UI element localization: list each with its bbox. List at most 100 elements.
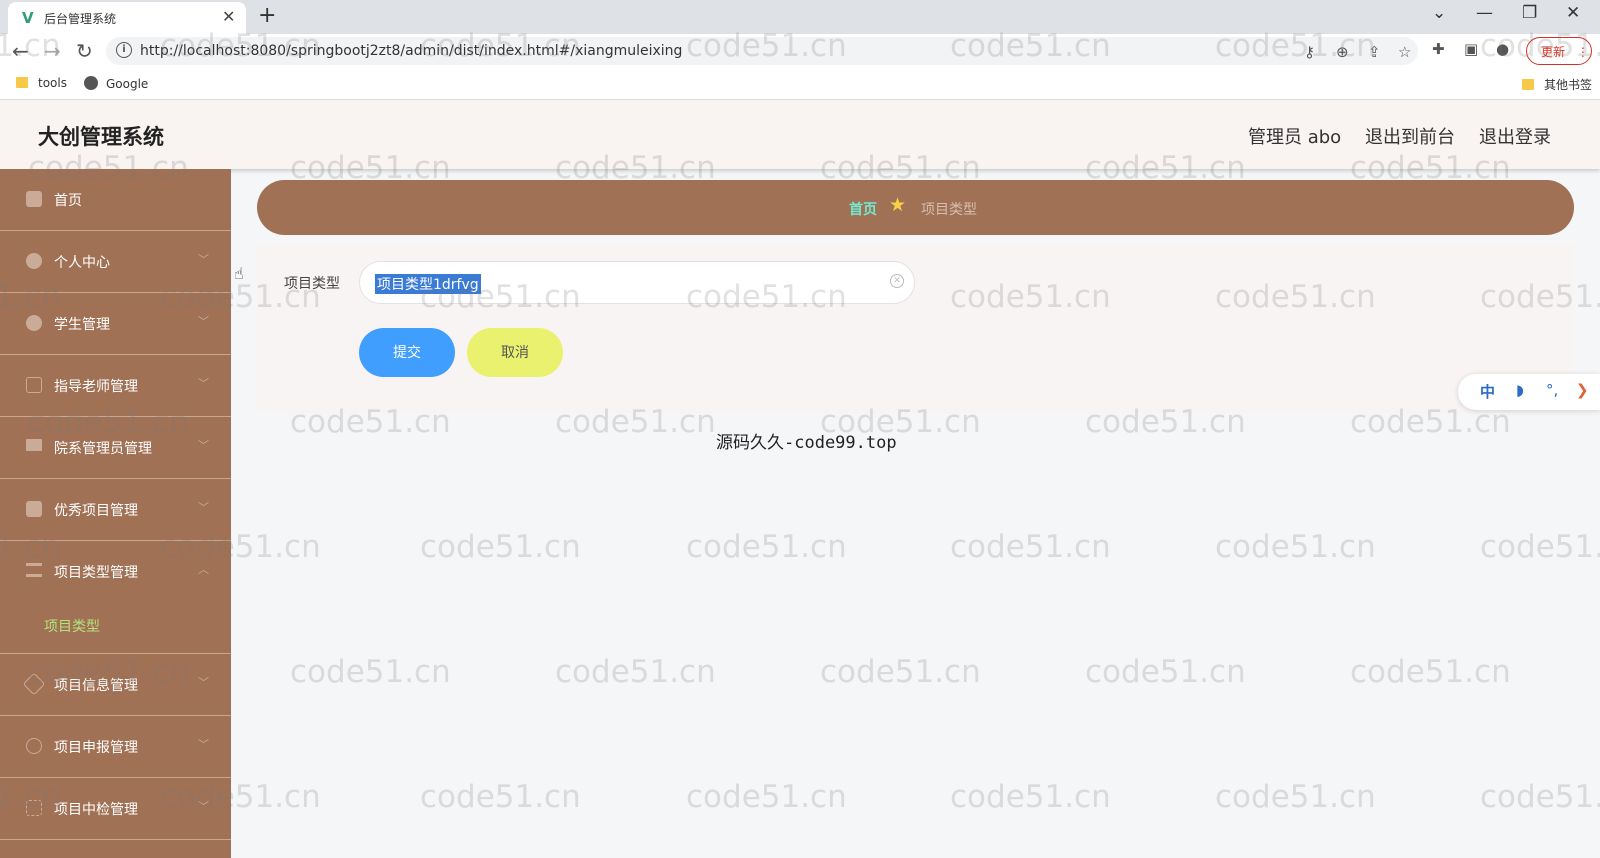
extensions-icon[interactable]: ✚: [1432, 40, 1445, 58]
other-bookmarks[interactable]: 其他书签: [1522, 76, 1592, 93]
browser-tab[interactable]: V 后台管理系统 ✕: [8, 2, 246, 34]
bookmark-google[interactable]: Google: [84, 76, 148, 91]
watermark-text: code51.cn: [1480, 779, 1600, 815]
sidebar: 首页 个人中心 ﹀ 学生管理 ﹀ 指导老师管理 ﹀ 院系管理员管理 ﹀ 优秀项目…: [0, 169, 231, 858]
project-type-input[interactable]: 项目类型1drfvg ✕: [359, 261, 915, 304]
tab-search-icon[interactable]: ⌄: [1432, 3, 1446, 23]
sidebar-item-project-info[interactable]: 项目信息管理 ﹀: [0, 654, 231, 716]
folder-icon: [16, 77, 28, 88]
sidebar-item-label: 指导老师管理: [54, 379, 138, 395]
project-type-value[interactable]: 项目类型1drfvg: [375, 274, 481, 294]
submit-button[interactable]: 提交: [359, 328, 455, 377]
app-header: 大创管理系统 管理员 abo 退出到前台 退出登录: [0, 101, 1600, 169]
mail-icon: [26, 377, 42, 393]
more-icon: ⋮: [1576, 45, 1589, 59]
cancel-button[interactable]: 取消: [467, 328, 563, 377]
sidebar-item-label: 首页: [54, 193, 82, 209]
monitor-icon: [26, 439, 42, 451]
sidebar-item-midterm-check[interactable]: 项目中检管理 ﹀: [0, 778, 231, 840]
watermark-text: code51.cn: [1350, 654, 1511, 690]
sidebar-item-label: 优秀项目管理: [54, 503, 138, 519]
clear-icon[interactable]: ✕: [890, 274, 904, 288]
send-icon: [22, 672, 46, 696]
project-type-label: 项目类型: [284, 276, 340, 292]
sidebar-item-label: 项目申报管理: [54, 740, 138, 756]
back-icon[interactable]: ←: [12, 39, 29, 63]
tab-title: 后台管理系统: [44, 12, 117, 26]
update-label: 更新: [1541, 45, 1566, 59]
sidebar-item-label: 项目类型管理: [54, 565, 138, 581]
watermark-text: code51.cn: [555, 654, 716, 690]
logout-link[interactable]: 退出登录: [1479, 123, 1551, 149]
globe-icon: [84, 76, 98, 90]
watermark-text: code51.cn: [1215, 529, 1376, 565]
tab-close-icon[interactable]: ✕: [222, 7, 235, 26]
app-title: 大创管理系统: [38, 125, 164, 149]
go-frontend-link[interactable]: 退出到前台: [1365, 123, 1455, 149]
chevron-down-icon: ﹀: [198, 676, 209, 689]
form-panel: 项目类型 项目类型1drfvg ✕ 提交 取消: [257, 243, 1574, 413]
bookmarks-bar: tools Google 其他书签: [0, 68, 1600, 100]
chevron-up-icon: ︿: [198, 563, 209, 576]
chevron-down-icon: ﹀: [198, 501, 209, 514]
sidebar-item-label: 项目中检管理: [54, 802, 138, 818]
chevron-down-icon: ﹀: [198, 377, 209, 390]
folder-icon: [1522, 79, 1534, 90]
watermark-text: code51.cn: [820, 654, 981, 690]
sidebar-item-project-types[interactable]: 项目类型管理 ︿ 项目类型: [0, 541, 231, 654]
submenu-item-project-type[interactable]: 项目类型: [44, 616, 100, 636]
language-toggle[interactable]: 中: [1480, 381, 1495, 402]
bookmark-tools[interactable]: tools: [16, 76, 67, 90]
moon-icon[interactable]: ◗: [1516, 381, 1524, 399]
breadcrumb-home[interactable]: 首页: [849, 199, 877, 219]
update-button[interactable]: 更新 ⋮: [1526, 37, 1592, 65]
sidebar-item-label: 个人中心: [54, 255, 110, 271]
sidebar-item-students[interactable]: 学生管理 ﹀: [0, 293, 231, 355]
sidebar-item-label: 项目信息管理: [54, 678, 138, 694]
vue-logo-icon: V: [22, 9, 34, 27]
floating-toolbar: 中 ◗ °, ❯: [1458, 374, 1600, 410]
zoom-icon[interactable]: ⊕: [1336, 43, 1349, 61]
key-icon[interactable]: ⚷: [1304, 43, 1315, 61]
punctuation-icon[interactable]: °,: [1546, 381, 1558, 399]
close-window-icon[interactable]: ✕: [1566, 3, 1580, 23]
watermark-text: code51.cn: [420, 529, 581, 565]
watermark-text: code51.cn: [1215, 779, 1376, 815]
url-text[interactable]: http://localhost:8080/springbootj2zt8/ad…: [140, 43, 682, 59]
share-icon[interactable]: ⇪: [1368, 43, 1381, 61]
profile-icon[interactable]: ●: [1496, 40, 1509, 58]
sidebar-item-label: 学生管理: [54, 317, 110, 333]
sidebar-item-teachers[interactable]: 指导老师管理 ﹀: [0, 355, 231, 417]
breadcrumb: 首页 ★ 项目类型: [257, 180, 1574, 235]
watermark-text: code51.cn: [290, 654, 451, 690]
sidepanel-icon[interactable]: ▣: [1464, 40, 1478, 58]
watermark-text: code51.cn: [686, 529, 847, 565]
watermark-text: code51.cn: [420, 779, 581, 815]
forward-icon[interactable]: →: [44, 39, 61, 63]
chevron-down-icon: ﹀: [198, 738, 209, 751]
briefcase-icon: [26, 501, 42, 517]
chevron-right-icon[interactable]: ❯: [1576, 381, 1589, 399]
sidebar-item-dept-admins[interactable]: 院系管理员管理 ﹀: [0, 417, 231, 479]
chevron-down-icon: ﹀: [198, 800, 209, 813]
sidebar-item-excellent-projects[interactable]: 优秀项目管理 ﹀: [0, 479, 231, 541]
new-tab-button[interactable]: +: [258, 3, 276, 28]
reload-icon[interactable]: ↻: [76, 39, 93, 63]
sidebar-item-project-apply[interactable]: 项目申报管理 ﹀: [0, 716, 231, 778]
watermark-text: code51.cn: [1085, 654, 1246, 690]
browser-toolbar: ← → ↻ i http://localhost:8080/springboot…: [0, 34, 1600, 68]
watermark-text: code51.cn: [950, 779, 1111, 815]
clock-icon: [26, 738, 42, 754]
home-icon: [26, 191, 42, 207]
star-icon[interactable]: ☆: [1398, 43, 1411, 61]
current-user: 管理员 abo: [1248, 127, 1342, 148]
sidebar-item-profile[interactable]: 个人中心 ﹀: [0, 231, 231, 293]
restore-icon[interactable]: ❐: [1522, 3, 1537, 23]
address-bar[interactable]: i http://localhost:8080/springbootj2zt8/…: [106, 37, 1418, 65]
watermark-text: code51.cn: [1480, 529, 1600, 565]
breadcrumb-current: 项目类型: [921, 202, 977, 218]
info-icon[interactable]: i: [116, 42, 132, 58]
minimize-icon[interactable]: —: [1476, 3, 1493, 23]
footer-text: 源码久久-code99.top: [716, 433, 897, 453]
sidebar-item-home[interactable]: 首页: [0, 169, 231, 231]
